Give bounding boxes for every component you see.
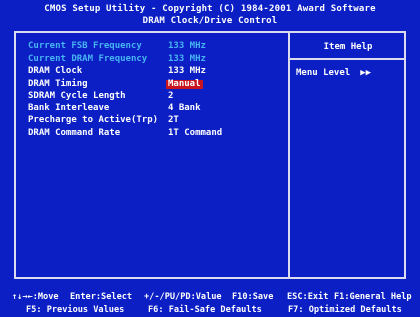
menu-level-arrows-icon: ▶▶: [360, 68, 372, 78]
key-hint-exit: ESC:Exit: [287, 292, 329, 302]
setting-value-selected[interactable]: Manual: [166, 80, 203, 89]
key-hint-general-help: F1:General Help: [334, 292, 412, 302]
setting-value[interactable]: 4 Bank: [168, 104, 201, 113]
menu-level: Menu Level ▶▶: [296, 69, 371, 78]
setting-label: Current FSB Frequency: [28, 41, 142, 51]
setting-label: DRAM Timing: [28, 79, 88, 89]
utility-title: CMOS Setup Utility - Copyright (C) 1984-…: [44, 4, 376, 14]
setting-value[interactable]: 2: [168, 92, 173, 101]
setting-value: 133 MHz: [168, 54, 206, 64]
setting-label: DRAM Clock: [28, 66, 83, 76]
key-hint-optimized-defaults: F7: Optimized Defaults: [288, 305, 402, 315]
setting-label: Current DRAM Frequency: [28, 54, 148, 64]
setting-label: DRAM Command Rate: [28, 128, 121, 138]
bios-screen: CMOS Setup Utility - Copyright (C) 1984-…: [0, 0, 420, 317]
menu-level-label: Menu Level: [296, 68, 351, 78]
setting-label: SDRAM Cycle Length: [28, 91, 126, 101]
page-title: DRAM Clock/Drive Control: [142, 16, 278, 26]
setting-value[interactable]: 2T: [168, 116, 179, 125]
setting-label: Precharge to Active(Trp): [28, 115, 159, 125]
key-hint-move: ↑↓→←:Move: [12, 292, 59, 302]
item-help-title: Item Help: [323, 42, 373, 52]
key-hint-select: Enter:Select: [70, 292, 133, 302]
setting-label: Bank Interleave: [28, 103, 110, 113]
key-hint-previous-values: F5: Previous Values: [26, 305, 125, 315]
key-hint-value: +/-/PU/PD:Value: [144, 292, 222, 302]
panel-divider: [288, 31, 290, 279]
setting-value: 133 MHz: [168, 41, 206, 51]
key-hint-fail-safe-defaults: F6: Fail-Safe Defaults: [148, 305, 262, 315]
key-hint-save: F10:Save: [232, 292, 274, 302]
setting-value[interactable]: 133 MHz: [168, 67, 206, 76]
help-title-divider: [290, 58, 406, 60]
setting-value[interactable]: 1T Command: [168, 129, 222, 138]
